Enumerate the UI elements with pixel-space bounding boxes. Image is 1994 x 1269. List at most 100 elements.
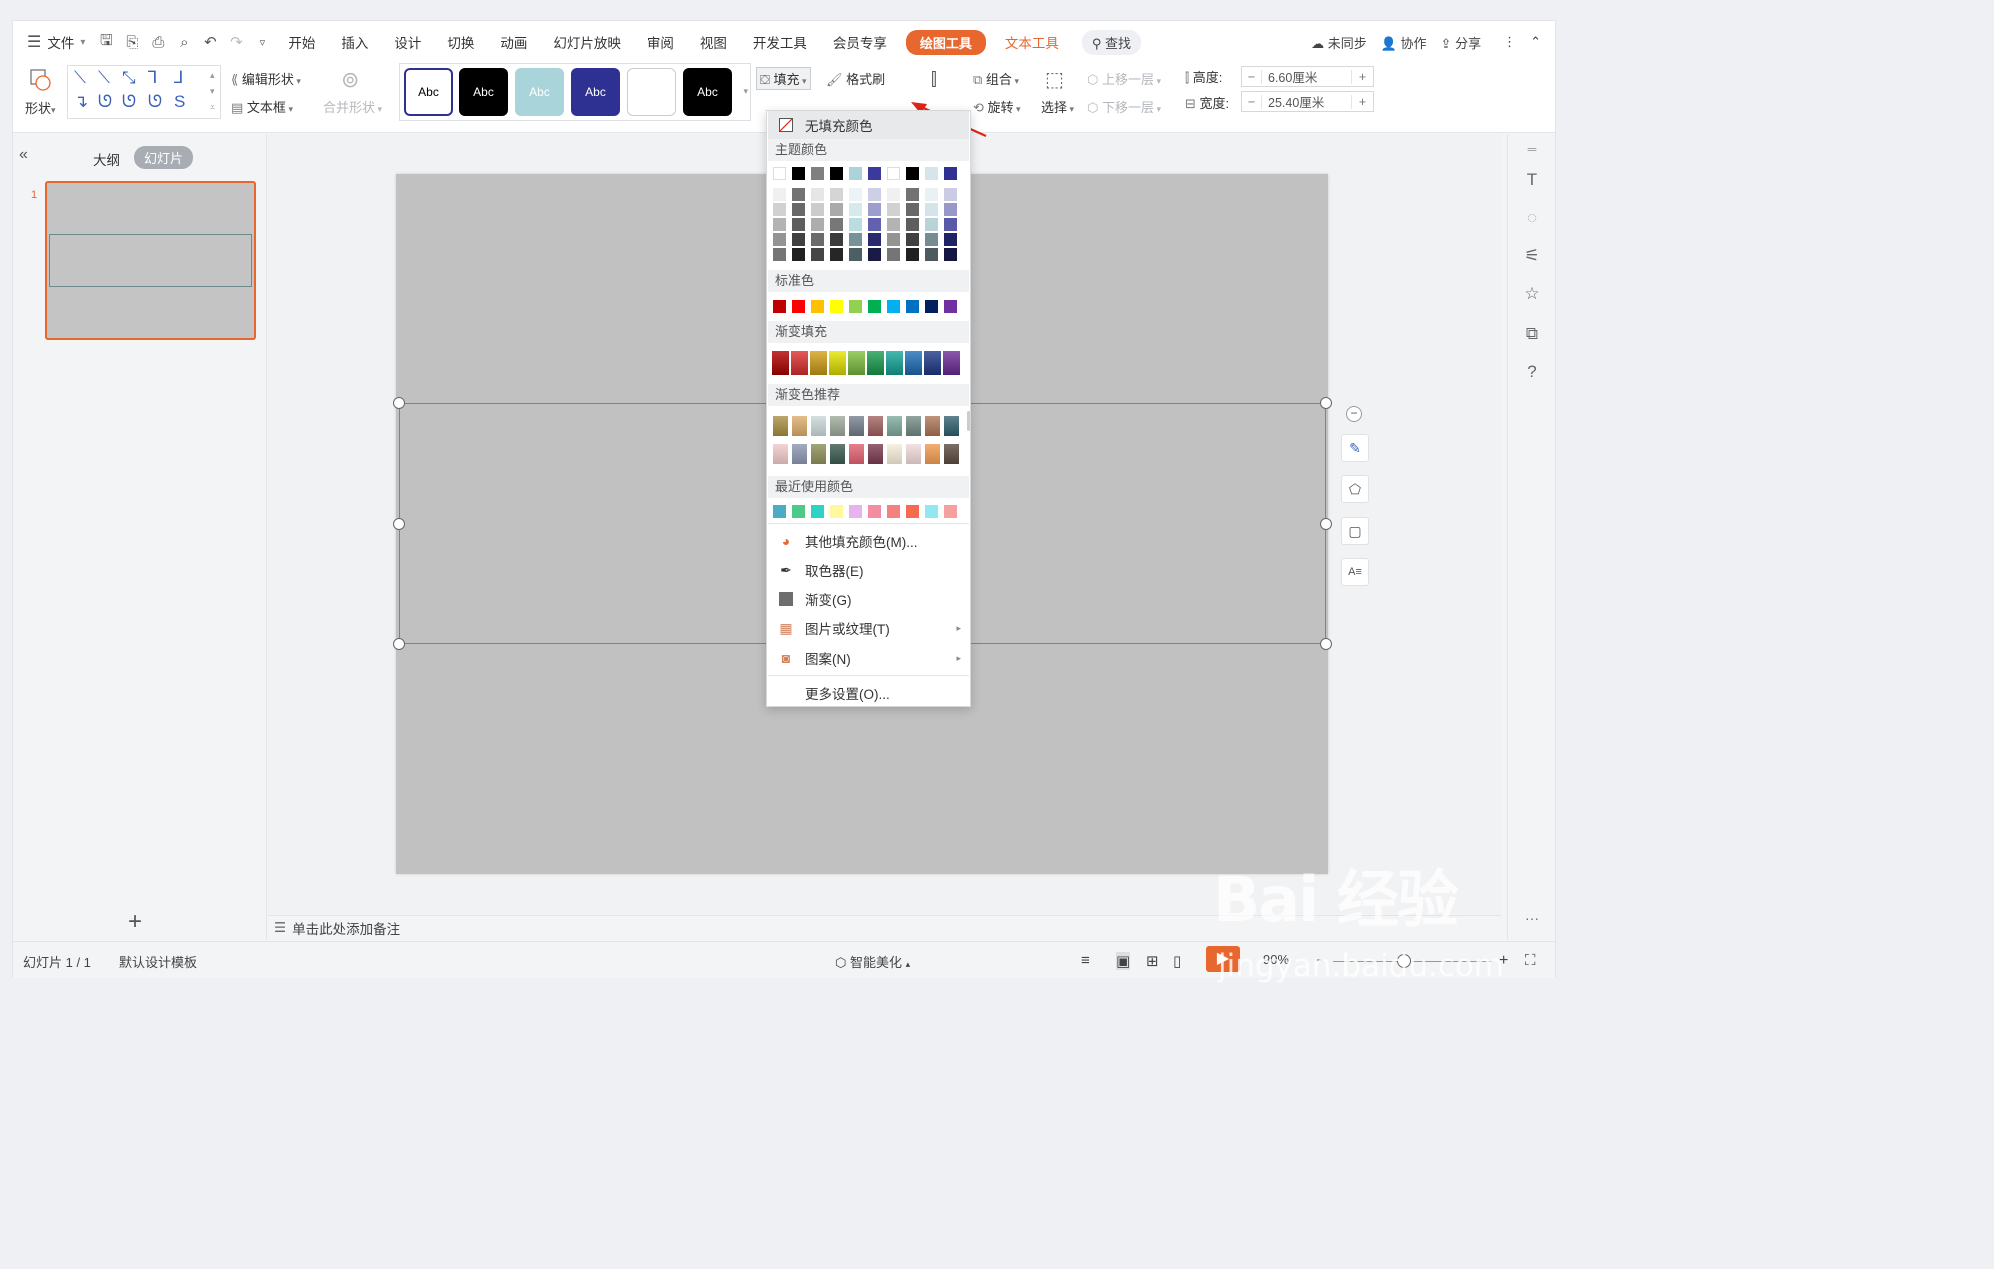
theme-shade-swatch[interactable]	[830, 188, 843, 201]
picture-texture-option[interactable]: ▦ 图片或纹理(T) ▸	[768, 614, 969, 642]
print-icon[interactable]: ⎙	[145, 34, 171, 51]
theme-shade-swatch[interactable]	[925, 218, 938, 231]
share-button[interactable]: ⇪ 分享	[1441, 33, 1482, 52]
theme-shade-swatch[interactable]	[792, 218, 805, 231]
theme-shade-swatch[interactable]	[944, 233, 957, 246]
ideas-icon[interactable]: ◌	[1520, 208, 1544, 228]
tab-slideshow[interactable]: 幻灯片放映	[540, 32, 634, 52]
collab-button[interactable]: 👤 协作	[1381, 33, 1427, 52]
tab-outline[interactable]: 大纲	[93, 149, 120, 169]
theme-shade-swatch[interactable]	[944, 218, 957, 231]
recent-color-swatch[interactable]	[925, 505, 938, 518]
theme-shade-swatch[interactable]	[925, 233, 938, 246]
eyedropper-option[interactable]: ✒ 取色器(E)	[768, 556, 969, 584]
theme-shade-swatch[interactable]	[887, 203, 900, 216]
elbow-connector-icon[interactable]: ⅂	[148, 68, 157, 88]
file-menu[interactable]: ☰ 文件 ▾	[13, 32, 93, 52]
gradient-recommend-swatch[interactable]	[925, 416, 940, 436]
height-decrease-button[interactable]: −	[1242, 69, 1262, 84]
width-field[interactable]: − 25.40厘米 +	[1241, 91, 1374, 112]
standard-color-swatch[interactable]	[811, 300, 824, 313]
bring-forward-button[interactable]: ⬡ 上移一层 ▾	[1087, 69, 1161, 88]
save-icon[interactable]: 🖫	[93, 30, 119, 55]
gallery-scroll-down-icon[interactable]: ▾	[210, 86, 215, 97]
group-button[interactable]: ⧉ 组合 ▾	[973, 69, 1019, 88]
theme-shade-swatch[interactable]	[887, 218, 900, 231]
gradient-recommend-swatch[interactable]	[944, 416, 959, 436]
tab-home[interactable]: 开始	[275, 32, 328, 52]
tab-design[interactable]: 设计	[381, 32, 434, 52]
gradient-recommend-swatch[interactable]	[906, 416, 921, 436]
theme-shade-swatch[interactable]	[830, 233, 843, 246]
standard-color-swatch[interactable]	[830, 300, 843, 313]
theme-shade-swatch[interactable]	[906, 218, 919, 231]
theme-shade-swatch[interactable]	[811, 188, 824, 201]
theme-shade-swatch[interactable]	[849, 218, 862, 231]
standard-color-swatch[interactable]	[868, 300, 881, 313]
theme-shade-swatch[interactable]	[944, 203, 957, 216]
help-icon[interactable]: ?	[1520, 362, 1544, 382]
theme-shade-swatch[interactable]	[792, 188, 805, 201]
theme-shade-swatch[interactable]	[792, 233, 805, 246]
theme-color-swatch[interactable]	[811, 167, 824, 180]
collapse-ribbon-icon[interactable]: ⌃	[1530, 34, 1541, 50]
tab-animation[interactable]: 动画	[487, 32, 540, 52]
textbox-button[interactable]: ▤ 文本框 ▾	[231, 97, 293, 116]
theme-shade-swatch[interactable]	[830, 203, 843, 216]
theme-shade-swatch[interactable]	[811, 233, 824, 246]
elbow-arrow-icon[interactable]: ⅃	[174, 68, 183, 88]
standard-color-swatch[interactable]	[773, 300, 786, 313]
theme-shade-swatch[interactable]	[811, 218, 824, 231]
resize-handle-ml[interactable]	[393, 518, 405, 530]
search-button[interactable]: ⚲ 查找	[1081, 29, 1142, 55]
width-decrease-button[interactable]: −	[1242, 94, 1262, 109]
theme-color-swatch[interactable]	[887, 167, 900, 180]
tab-view[interactable]: 视图	[687, 32, 740, 52]
shape-style-float-button[interactable]: ✎	[1341, 434, 1369, 462]
text-format-icon[interactable]: T	[1520, 170, 1544, 190]
theme-shade-swatch[interactable]	[811, 203, 824, 216]
shape-gallery[interactable]: ⟍ ⟍ ⤡ ⅂ ⅃ ↴ ᘎ ᘎ ᘎ S ▴ ▾ ⩡	[67, 65, 221, 119]
resize-handle-tl[interactable]	[393, 397, 405, 409]
gradient-recommend-swatch[interactable]	[811, 416, 826, 436]
more-menu-icon[interactable]: ⋮	[1503, 34, 1516, 50]
theme-shade-swatch[interactable]	[849, 233, 862, 246]
customize-toolbar-icon[interactable]: ▿	[249, 36, 275, 49]
beautify-button[interactable]: ⬡ 智能美化 ▴	[835, 952, 910, 971]
standard-color-swatch[interactable]	[792, 300, 805, 313]
theme-shade-swatch[interactable]	[925, 188, 938, 201]
normal-view-icon[interactable]: ▣	[1116, 952, 1131, 970]
resize-handle-bl[interactable]	[393, 638, 405, 650]
tab-drawing-tools[interactable]: 绘图工具	[905, 29, 986, 55]
resize-handle-br[interactable]	[1320, 638, 1332, 650]
gradient-fill-swatch[interactable]	[848, 351, 865, 375]
gradient-fill-swatch[interactable]	[772, 351, 789, 375]
curved-double-icon[interactable]: ᘎ	[148, 92, 162, 112]
shape-outline-float-button[interactable]: ▢	[1341, 517, 1369, 545]
more-fill-colors-option[interactable]: ◕ 其他填充颜色(M)...	[768, 527, 969, 555]
theme-shade-swatch[interactable]	[849, 188, 862, 201]
gallery-expand-icon[interactable]: ⩡	[210, 102, 215, 113]
recent-color-swatch[interactable]	[868, 505, 881, 518]
tab-developer[interactable]: 开发工具	[740, 32, 820, 52]
gradient-recommend-swatch[interactable]	[792, 416, 807, 436]
tab-review[interactable]: 审阅	[634, 32, 687, 52]
send-backward-button[interactable]: ⬡ 下移一层 ▾	[1087, 97, 1161, 116]
theme-shade-swatch[interactable]	[868, 248, 881, 261]
style-sample-black-2[interactable]: Abc	[683, 68, 732, 116]
theme-shade-swatch[interactable]	[906, 248, 919, 261]
gradient-recommend-swatch[interactable]	[792, 444, 807, 464]
curved-connector-icon[interactable]: ᘎ	[98, 92, 112, 112]
collapse-pane-icon[interactable]: «	[19, 146, 28, 164]
recent-color-swatch[interactable]	[849, 505, 862, 518]
theme-shade-swatch[interactable]	[830, 218, 843, 231]
theme-shade-swatch[interactable]	[773, 233, 786, 246]
print-preview-icon[interactable]: ⌕	[171, 34, 197, 51]
freeform-icon[interactable]: S	[174, 92, 185, 112]
fit-window-icon[interactable]: ⛶	[1525, 952, 1536, 969]
theme-shade-swatch[interactable]	[925, 203, 938, 216]
collapse-toolbar-icon[interactable]: −	[1346, 406, 1362, 422]
recent-color-swatch[interactable]	[944, 505, 957, 518]
recent-color-swatch[interactable]	[773, 505, 786, 518]
recent-color-swatch[interactable]	[811, 505, 824, 518]
